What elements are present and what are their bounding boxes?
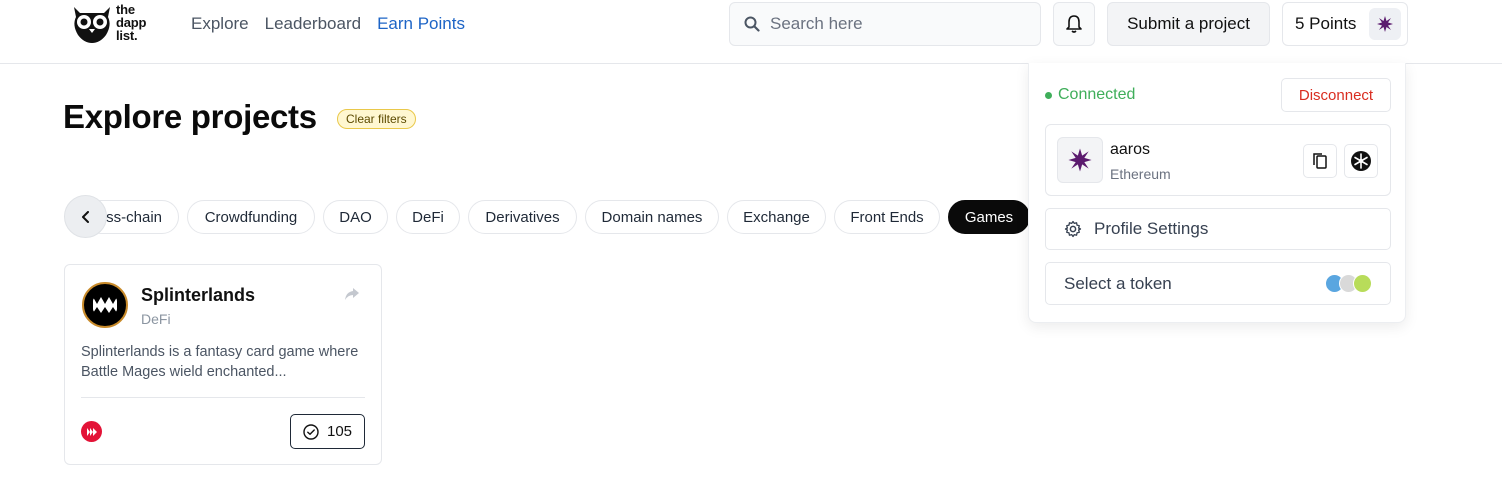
logo-text: the dapp list. [116, 2, 147, 43]
chip-crowdfunding[interactable]: Crowdfunding [187, 200, 315, 234]
chip-dao[interactable]: DAO [323, 200, 388, 234]
chip-domain-names[interactable]: Domain names [585, 200, 719, 234]
profile-settings-button[interactable]: Profile Settings [1045, 208, 1391, 250]
token-icons [1325, 274, 1372, 293]
nav-explore[interactable]: Explore [191, 14, 249, 34]
upvote-button[interactable]: 105 [290, 414, 365, 449]
snowflake-icon [1351, 151, 1371, 171]
account-avatar [1057, 137, 1103, 183]
top-header: the dapp list. Explore Leaderboard Earn … [0, 0, 1502, 64]
avatar-splat-icon [1377, 16, 1393, 32]
scroll-left-button[interactable] [64, 195, 107, 238]
token-avatar-icon [1353, 274, 1372, 293]
vote-count: 105 [326, 423, 353, 440]
account-card: aaros Ethereum [1045, 124, 1391, 196]
account-name: aaros [1110, 141, 1151, 158]
nav-earn-points[interactable]: Earn Points [377, 14, 465, 34]
project-name[interactable]: Splinterlands [141, 285, 255, 306]
card-divider [81, 397, 365, 398]
share-arrow-icon [345, 288, 359, 300]
copy-icon [1313, 153, 1327, 169]
status-label: Connected [1058, 86, 1136, 103]
notifications-button[interactable] [1053, 2, 1095, 46]
chip-front-ends[interactable]: Front Ends [834, 200, 940, 234]
chip-games[interactable]: Games [948, 200, 1030, 234]
main-nav: Explore Leaderboard Earn Points [191, 14, 465, 34]
project-category: DeFi [141, 311, 171, 327]
gear-icon [1064, 220, 1082, 238]
select-token-label: Select a token [1064, 273, 1172, 293]
chevron-left-icon [81, 210, 89, 223]
points-account-button[interactable]: 5 Points [1282, 2, 1408, 46]
copy-address-button[interactable] [1303, 144, 1337, 178]
chip-exchange[interactable]: Exchange [727, 200, 826, 234]
logo[interactable]: the dapp list. [70, 3, 154, 45]
owl-logo-icon [74, 7, 110, 43]
bell-icon [1066, 15, 1082, 33]
submit-project-button[interactable]: Submit a project [1107, 2, 1270, 46]
chip-derivatives[interactable]: Derivatives [468, 200, 577, 234]
search-input[interactable] [770, 14, 1020, 34]
project-logo [82, 282, 128, 328]
page-title: Explore projects [63, 98, 317, 135]
status-dot [1045, 91, 1052, 99]
select-token-button[interactable]: Select a token [1045, 262, 1391, 305]
share-button[interactable] [344, 287, 360, 306]
user-avatar [1369, 8, 1401, 40]
search-icon [744, 16, 760, 32]
nav-leaderboard[interactable]: Leaderboard [265, 14, 361, 34]
hive-icon [86, 427, 97, 436]
account-network: Ethereum [1110, 166, 1171, 182]
clear-filters-button[interactable]: Clear filters [337, 109, 416, 129]
chip-defi[interactable]: DeFi [396, 200, 460, 234]
connection-status: Connected [1045, 86, 1135, 104]
network-button[interactable] [1344, 144, 1378, 178]
monster-mouth-icon [93, 297, 117, 313]
chain-badge [81, 421, 102, 442]
wallet-dropdown: Connected Disconnect aaros Ethereum Prof… [1028, 63, 1406, 323]
profile-settings-label: Profile Settings [1094, 219, 1209, 238]
project-description: Splinterlands is a fantasy card game whe… [81, 344, 359, 380]
points-label: 5 Points [1295, 14, 1357, 33]
search-box[interactable] [729, 2, 1041, 46]
check-circle-icon [303, 423, 319, 440]
disconnect-button[interactable]: Disconnect [1281, 78, 1391, 112]
avatar-splat-icon [1068, 148, 1092, 172]
project-card[interactable]: Splinterlands DeFi Splinterlands is a fa… [64, 264, 382, 465]
